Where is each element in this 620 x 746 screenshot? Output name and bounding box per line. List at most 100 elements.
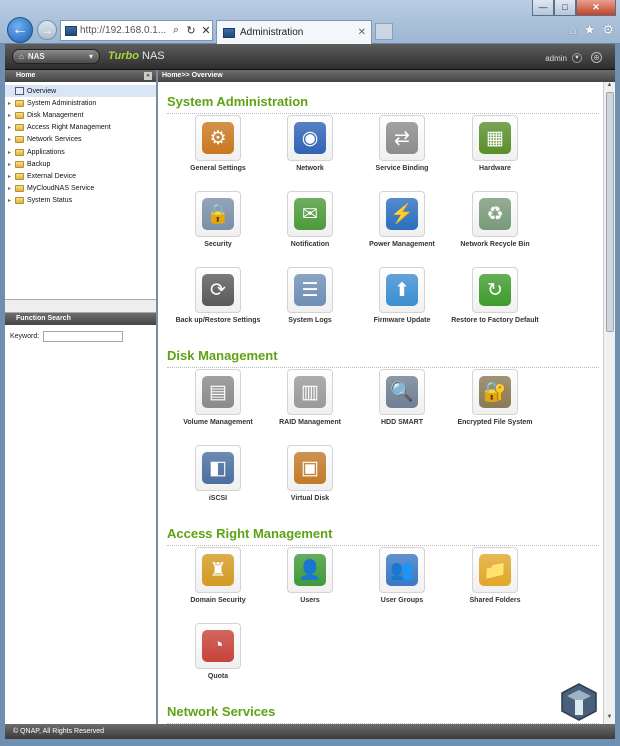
sidebar-item-network-services[interactable]: ▸ Network Services [5, 134, 156, 146]
user-dropdown-icon[interactable]: ▼ [572, 53, 582, 63]
sidebar-item-system-status[interactable]: ▸ System Status [5, 195, 156, 207]
expand-icon[interactable]: ▸ [8, 185, 15, 192]
sidebar-item-backup[interactable]: ▸ Backup [5, 158, 156, 170]
url-text[interactable]: http://192.168.0.1... [80, 25, 167, 36]
forward-button[interactable]: → [37, 20, 57, 40]
item-icon-box[interactable]: ◧ [195, 445, 241, 491]
item-icon-box[interactable]: ⟳ [195, 267, 241, 313]
gear-icon[interactable]: ⚙ [602, 22, 614, 38]
item-icon-box[interactable]: ◉ [287, 115, 333, 161]
panel-splitter[interactable] [5, 299, 156, 313]
item-virtual-disk[interactable]: ▣ Virtual Disk [264, 445, 356, 503]
main-scrollbar[interactable]: ▲ ▼ [603, 82, 615, 724]
item-icon-box[interactable]: 👥 [379, 547, 425, 593]
close-window-button[interactable]: ✕ [576, 0, 616, 16]
sidebar-item-system-administration[interactable]: ▸ System Administration [5, 97, 156, 109]
item-general-settings[interactable]: ⚙ General Settings [172, 115, 264, 173]
maximize-button[interactable]: □ [554, 0, 576, 16]
item-icon-box[interactable]: 📁 [472, 547, 518, 593]
expand-icon[interactable]: ▸ [8, 161, 15, 168]
expand-icon[interactable]: ▸ [8, 112, 15, 119]
item-icon-box[interactable]: ⚙ [195, 115, 241, 161]
scroll-up-icon[interactable]: ▲ [604, 82, 615, 92]
item-icon-box[interactable]: ✉ [287, 191, 333, 237]
expand-icon[interactable]: ▸ [8, 197, 15, 204]
item-icon-box[interactable]: ⇄ [379, 115, 425, 161]
minimize-button[interactable]: — [532, 0, 554, 16]
item-notification[interactable]: ✉ Notification [264, 191, 356, 249]
item-icon-box[interactable]: ♻ [472, 191, 518, 237]
item-network[interactable]: ◉ Network [264, 115, 356, 173]
search-icon[interactable]: ⌕ [170, 24, 182, 37]
keyword-input[interactable] [43, 331, 124, 342]
item-icon-box[interactable]: ☰ [287, 267, 333, 313]
sidebar-item-label: System Administration [27, 99, 97, 107]
item-icon-box[interactable]: ↻ [472, 267, 518, 313]
nas-selector[interactable]: ⌂ NAS ▾ [12, 49, 100, 64]
sidebar-item-disk-management[interactable]: ▸ Disk Management [5, 109, 156, 121]
item-shared-folders[interactable]: 📁 Shared Folders [449, 547, 541, 605]
item-icon-box[interactable]: 🔐 [472, 369, 518, 415]
item-firmware-update[interactable]: ⬆ Firmware Update [356, 267, 448, 325]
collapse-sidebar-button[interactable]: « [144, 72, 152, 80]
home-icon[interactable]: ⌂ [569, 22, 577, 38]
item-icon-box[interactable]: ▦ [472, 115, 518, 161]
item-hardware[interactable]: ▦ Hardware [449, 115, 541, 173]
language-globe-icon[interactable]: ⊕ [591, 52, 602, 63]
item-security[interactable]: 🔒 Security [172, 191, 264, 249]
item-raid-management[interactable]: ▥ RAID Management [264, 369, 356, 427]
tab-close-icon[interactable]: ✕ [358, 27, 366, 38]
item-icon-box[interactable]: ◔ [195, 623, 241, 669]
general-settings-icon: ⚙ [202, 122, 234, 154]
tab-administration[interactable]: Administration ✕ [216, 20, 372, 44]
item-back-up-restore-settings[interactable]: ⟳ Back up/Restore Settings [172, 267, 264, 325]
scroll-thumb[interactable] [606, 92, 614, 332]
expand-icon[interactable]: ▸ [8, 149, 15, 156]
expand-icon[interactable]: ▸ [8, 124, 15, 131]
item-label: Security [204, 241, 232, 248]
item-icon-box[interactable]: 🔍 [379, 369, 425, 415]
item-user-groups[interactable]: 👥 User Groups [356, 547, 448, 605]
item-domain-security[interactable]: ♜ Domain Security [172, 547, 264, 605]
expand-icon[interactable]: ▸ [8, 173, 15, 180]
section-title: Access Right Management [167, 526, 599, 546]
item-icon-box[interactable]: ♜ [195, 547, 241, 593]
item-service-binding[interactable]: ⇄ Service Binding [356, 115, 448, 173]
item-label: Network Recycle Bin [460, 241, 530, 248]
item-icon-box[interactable]: ⬆ [379, 267, 425, 313]
folder-icon [15, 136, 24, 144]
item-volume-management[interactable]: ▤ Volume Management [172, 369, 264, 427]
sidebar-item-overview[interactable]: Overview [5, 85, 156, 98]
address-bar[interactable]: http://192.168.0.1... ⌕ ↻ ✕ [60, 20, 213, 41]
item-icon-box[interactable]: ▣ [287, 445, 333, 491]
sidebar-item-access-right-management[interactable]: ▸ Access Right Management [5, 122, 156, 134]
item-power-management[interactable]: ⚡ Power Management [356, 191, 448, 249]
item-icon-box[interactable]: ▥ [287, 369, 333, 415]
item-icon-box[interactable]: 👤 [287, 547, 333, 593]
item-icon-box[interactable]: 🔒 [195, 191, 241, 237]
expand-icon[interactable]: ▸ [8, 100, 15, 107]
item-restore-to-factory-default[interactable]: ↻ Restore to Factory Default [449, 267, 541, 325]
sidebar-item-label: Backup [27, 160, 51, 168]
user-menu[interactable]: admin ▼ [545, 53, 582, 63]
item-icon-box[interactable]: ▤ [195, 369, 241, 415]
stop-icon[interactable]: ✕ [200, 24, 212, 37]
back-button[interactable]: ← [7, 17, 33, 43]
sidebar-item-mycloudnas-service[interactable]: ▸ MyCloudNAS Service [5, 183, 156, 195]
scroll-down-icon[interactable]: ▼ [604, 714, 615, 724]
refresh-icon[interactable]: ↻ [185, 24, 197, 37]
item-icon-box[interactable]: ⚡ [379, 191, 425, 237]
sidebar-item-external-device[interactable]: ▸ External Device [5, 170, 156, 182]
item-encrypted-file-system[interactable]: 🔐 Encrypted File System [449, 369, 541, 427]
item-quota[interactable]: ◔ Quota [172, 623, 264, 681]
favorites-star-icon[interactable]: ★ [584, 22, 596, 38]
item-system-logs[interactable]: ☰ System Logs [264, 267, 356, 325]
item-network-recycle-bin[interactable]: ♻ Network Recycle Bin [449, 191, 541, 249]
tab-title: Administration [240, 27, 304, 38]
new-tab-button[interactable] [375, 23, 393, 40]
item-iscsi[interactable]: ◧ iSCSI [172, 445, 264, 503]
expand-icon[interactable]: ▸ [8, 136, 15, 143]
item-users[interactable]: 👤 Users [264, 547, 356, 605]
sidebar-item-applications[interactable]: ▸ Applications [5, 146, 156, 158]
item-hdd-smart[interactable]: 🔍 HDD SMART [356, 369, 448, 427]
